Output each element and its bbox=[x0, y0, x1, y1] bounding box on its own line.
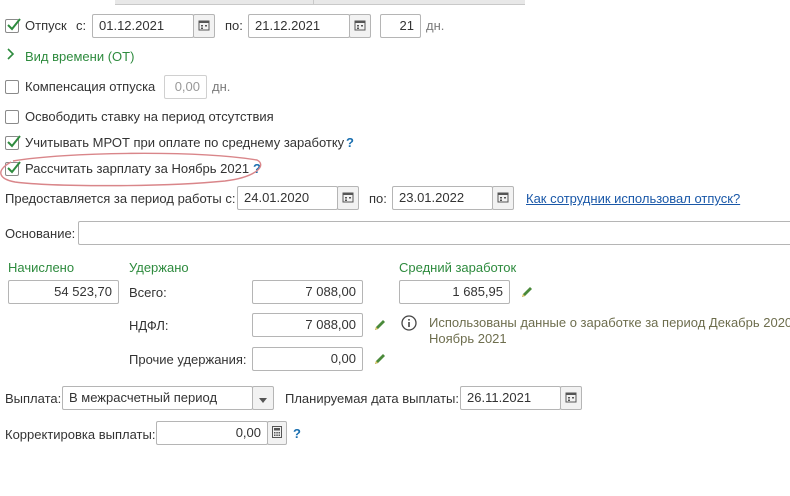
vacation-checkbox[interactable] bbox=[5, 18, 21, 33]
accrued-field[interactable]: 54 523,70 bbox=[8, 280, 119, 304]
vacation-from-field[interactable]: 01.12.2021 bbox=[92, 14, 194, 38]
chevron-down-icon bbox=[259, 391, 267, 406]
vacation-usage-link[interactable]: Как сотрудник использовал отпуск? bbox=[526, 191, 740, 207]
vacation-to-calendar-button[interactable] bbox=[349, 14, 371, 38]
withheld-header: Удержано bbox=[129, 260, 189, 275]
vacation-label: Отпуск bbox=[25, 18, 67, 33]
payment-correction-field[interactable]: 0,00 bbox=[156, 421, 268, 445]
planned-date-field[interactable]: 26.11.2021 bbox=[460, 386, 561, 410]
planned-date-calendar-button[interactable] bbox=[560, 386, 582, 410]
calendar-icon bbox=[198, 19, 210, 34]
avg-earnings-info-line2: Ноябрь 2021 bbox=[429, 331, 507, 346]
free-rate-label: Освободить ставку на период отсутствия bbox=[25, 109, 274, 124]
withheld-total-field[interactable]: 7 088,00 bbox=[252, 280, 363, 304]
mrot-checkbox[interactable] bbox=[5, 135, 21, 150]
annotation-ellipse bbox=[0, 152, 262, 187]
vacation-from-calendar-button[interactable] bbox=[193, 14, 215, 38]
payment-correction-calculator-button[interactable] bbox=[267, 421, 287, 445]
payment-correction-label: Корректировка выплаты: bbox=[5, 427, 156, 442]
calendar-icon bbox=[497, 191, 509, 206]
compensation-label: Компенсация отпуска bbox=[25, 79, 156, 94]
avg-earnings-header: Средний заработок bbox=[399, 260, 517, 275]
withheld-total-label: Всего: bbox=[129, 285, 167, 300]
mrot-help-icon[interactable]: ? bbox=[346, 135, 354, 151]
period-to-calendar-button[interactable] bbox=[492, 186, 514, 210]
tab-strip bbox=[0, 0, 790, 5]
ndfl-field[interactable]: 7 088,00 bbox=[252, 313, 363, 337]
calculator-icon bbox=[272, 425, 282, 441]
period-from-calendar-button[interactable] bbox=[337, 186, 359, 210]
avg-earnings-info-line1: Использованы данные о заработке за перио… bbox=[429, 315, 790, 330]
avg-earnings-field[interactable]: 1 685,95 bbox=[399, 280, 510, 304]
vacation-to-label: по: bbox=[225, 18, 243, 33]
chevron-right-icon[interactable] bbox=[7, 48, 15, 64]
payment-correction-help-icon[interactable]: ? bbox=[293, 426, 301, 442]
payment-select[interactable]: В межрасчетный период bbox=[62, 386, 253, 410]
period-to-field[interactable]: 23.01.2022 bbox=[392, 186, 493, 210]
period-from-field[interactable]: 24.01.2020 bbox=[237, 186, 338, 210]
ndfl-label: НДФЛ: bbox=[129, 318, 169, 333]
compensation-checkbox[interactable] bbox=[5, 80, 19, 94]
tab-strip-divider bbox=[313, 0, 314, 5]
vacation-to-field[interactable]: 21.12.2021 bbox=[248, 14, 350, 38]
free-rate-checkbox[interactable] bbox=[5, 110, 19, 124]
vacation-days-unit: дн. bbox=[426, 18, 445, 33]
edit-pencil-icon[interactable] bbox=[520, 285, 534, 299]
other-withholdings-label: Прочие удержания: bbox=[129, 352, 247, 367]
payment-dropdown-button[interactable] bbox=[252, 386, 274, 410]
basis-field[interactable] bbox=[78, 221, 790, 245]
info-icon bbox=[401, 315, 417, 334]
calendar-icon bbox=[565, 391, 577, 406]
other-withholdings-field[interactable]: 0,00 bbox=[252, 347, 363, 371]
calendar-icon bbox=[342, 191, 354, 206]
edit-pencil-icon[interactable] bbox=[373, 318, 387, 332]
vacation-from-label: с: bbox=[76, 18, 87, 33]
period-to-label: по: bbox=[369, 191, 387, 206]
payment-label: Выплата: bbox=[5, 391, 62, 406]
period-label: Предоставляется за период работы с: bbox=[5, 191, 236, 206]
vacation-days-field[interactable]: 21 bbox=[380, 14, 421, 38]
compensation-days-field[interactable]: 0,00 bbox=[164, 75, 207, 99]
accrued-header: Начислено bbox=[8, 260, 75, 275]
compensation-days-unit: дн. bbox=[212, 79, 231, 94]
time-type-link[interactable]: Вид времени (ОТ) bbox=[25, 49, 134, 65]
mrot-label: Учитывать МРОТ при оплате по среднему за… bbox=[25, 135, 345, 150]
edit-pencil-icon[interactable] bbox=[373, 352, 387, 366]
tab-strip-segment bbox=[115, 0, 525, 5]
planned-date-label: Планируемая дата выплаты: bbox=[285, 391, 459, 406]
calendar-icon bbox=[354, 19, 366, 34]
basis-label: Основание: bbox=[5, 226, 76, 241]
